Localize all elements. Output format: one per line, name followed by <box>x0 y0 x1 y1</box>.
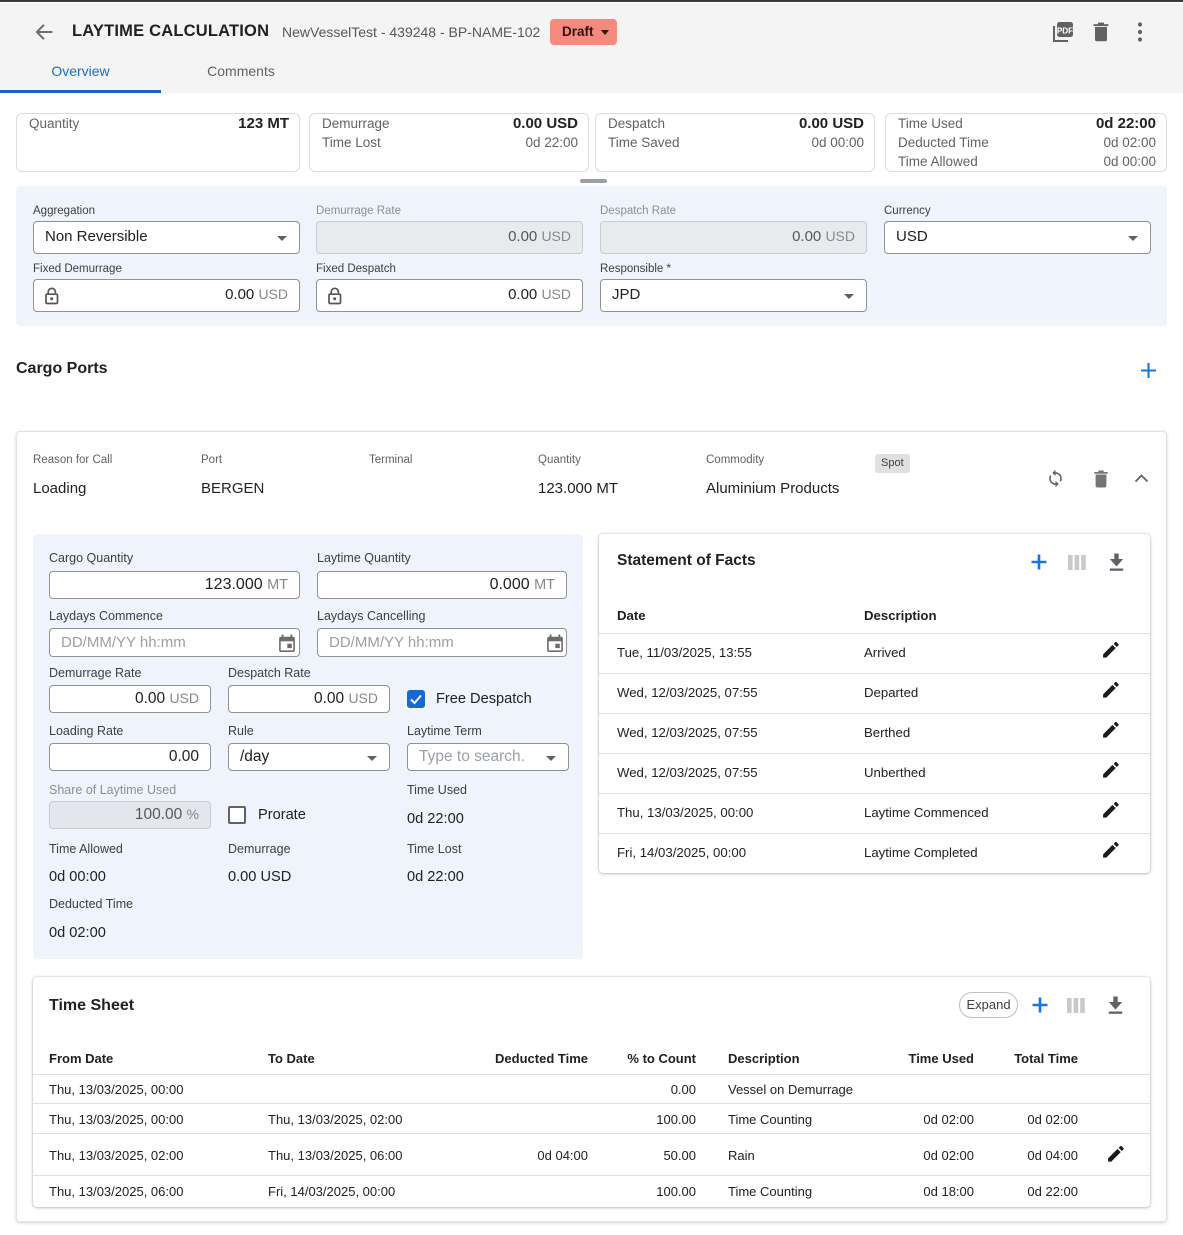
svg-text:PDF: PDF <box>1057 27 1073 36</box>
